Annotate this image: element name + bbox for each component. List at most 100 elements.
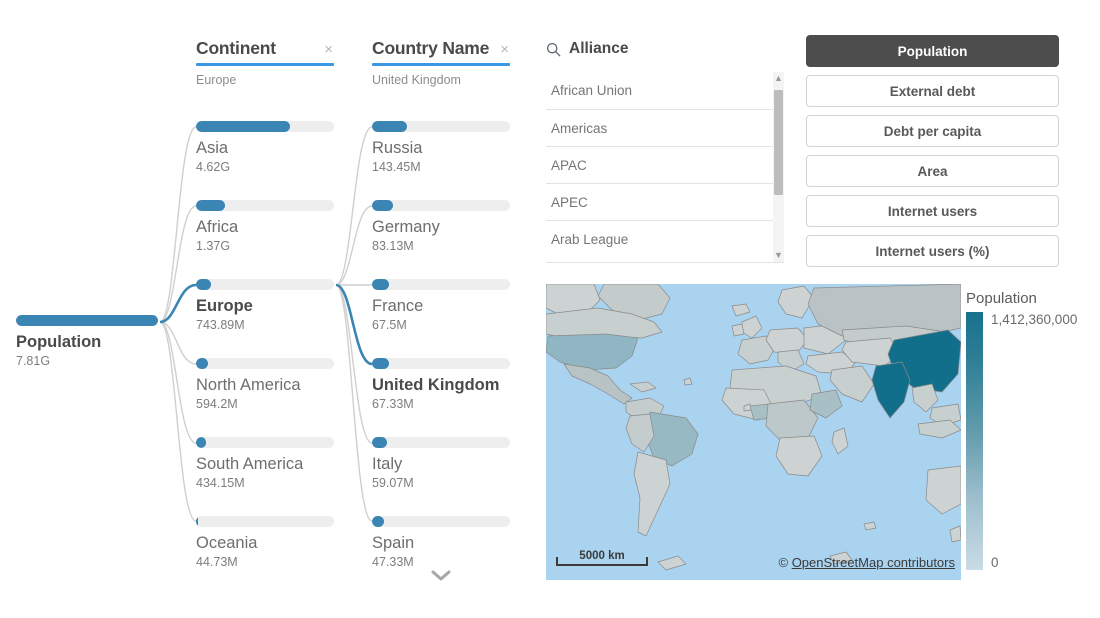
- tree-node-label: Spain: [372, 534, 510, 553]
- tree-node-bar-track: [196, 200, 334, 211]
- tree-node-bar-fill: [196, 200, 225, 211]
- scrollbar[interactable]: ▲ ▼: [773, 72, 784, 262]
- tree-node-continent[interactable]: Africa 1.37G: [196, 200, 334, 254]
- breakdown-tree-panel: Population 7.81G Continent × Europe Coun…: [0, 0, 530, 618]
- alliance-title: Alliance: [569, 40, 628, 58]
- column-title: Country Name: [372, 38, 489, 59]
- map-attribution-prefix: ©: [778, 555, 791, 570]
- tree-node-country[interactable]: Italy 59.07M: [372, 437, 510, 491]
- measure-button-internet-users[interactable]: Internet users: [806, 195, 1059, 227]
- list-item[interactable]: Arab League: [546, 220, 784, 257]
- tree-node-bar-fill: [196, 437, 206, 448]
- column-header-country: Country Name × United Kingdom: [372, 38, 510, 87]
- map-scale-line: [556, 557, 648, 566]
- tree-node-label: Germany: [372, 218, 510, 237]
- tree-node-bar-track: [196, 358, 334, 369]
- tree-node-bar-fill: [196, 121, 290, 132]
- tree-node-continent[interactable]: Oceania 44.73M: [196, 516, 334, 570]
- tree-node-root[interactable]: Population 7.81G: [16, 315, 158, 369]
- tree-node-continent[interactable]: Asia 4.62G: [196, 121, 334, 175]
- tree-node-value: 143.45M: [372, 160, 510, 175]
- tree-node-label: Africa: [196, 218, 334, 237]
- openstreetmap-link[interactable]: OpenStreetMap contributors: [792, 555, 955, 570]
- tree-node-continent[interactable]: South America 434.15M: [196, 437, 334, 491]
- tree-node-bar-fill: [196, 279, 211, 290]
- tree-node-bar-fill: [196, 516, 198, 527]
- tree-node-label: Europe: [196, 297, 334, 316]
- tree-node-bar-track: [372, 200, 510, 211]
- tree-node-bar-fill: [372, 279, 389, 290]
- column-subtitle: United Kingdom: [372, 73, 510, 87]
- column-subtitle: Europe: [196, 73, 334, 87]
- tree-node-bar-track: [372, 279, 510, 290]
- column-underline: [372, 63, 510, 66]
- tree-node-bar-track: [196, 279, 334, 290]
- map-legend: Population 1,412,360,000 0: [966, 290, 1096, 580]
- tree-node-bar-track: [16, 315, 158, 326]
- tree-node-continent[interactable]: North America 594.2M: [196, 358, 334, 412]
- tree-node-country[interactable]: Russia 143.45M: [372, 121, 510, 175]
- tree-node-bar-track: [196, 121, 334, 132]
- tree-node-country[interactable]: France 67.5M: [372, 279, 510, 333]
- tree-node-label: Russia: [372, 139, 510, 158]
- scroll-up-icon[interactable]: ▲: [773, 73, 784, 84]
- tree-node-label: Oceania: [196, 534, 334, 553]
- chevron-down-icon[interactable]: [372, 568, 510, 585]
- tree-node-bar-track: [372, 121, 510, 132]
- map-scale-bar: 5000 km: [556, 553, 648, 566]
- tree-node-value: 67.33M: [372, 397, 510, 412]
- tree-node-bar-track: [372, 358, 510, 369]
- tree-node-value: 434.15M: [196, 476, 334, 491]
- tree-node-label: Italy: [372, 455, 510, 474]
- list-item[interactable]: APAC: [546, 146, 784, 183]
- map-canvas: [546, 284, 961, 580]
- close-icon[interactable]: ×: [323, 42, 334, 57]
- tree-node-value: 1.37G: [196, 239, 334, 254]
- legend-min-value: 0: [991, 555, 999, 570]
- tree-node-value: 4.62G: [196, 160, 334, 175]
- tree-node-bar-fill: [372, 516, 384, 527]
- column-title: Continent: [196, 38, 276, 59]
- column-header-continent: Continent × Europe: [196, 38, 334, 87]
- tree-node-bar-track: [372, 516, 510, 527]
- tree-node-label: North America: [196, 376, 334, 395]
- list-item[interactable]: African Union: [546, 72, 784, 109]
- alliance-list: African Union Americas APAC APEC Arab Le…: [546, 72, 784, 263]
- tree-node-continent-selected[interactable]: Europe 743.89M: [196, 279, 334, 333]
- tree-node-bar-track: [196, 516, 334, 527]
- tree-node-bar-track: [372, 437, 510, 448]
- list-item[interactable]: Americas: [546, 109, 784, 146]
- legend-title: Population: [966, 290, 1096, 308]
- legend-color-gradient: [966, 312, 983, 570]
- close-icon[interactable]: ×: [499, 42, 510, 57]
- choropleth-map[interactable]: 5000 km © OpenStreetMap contributors: [546, 284, 961, 580]
- tree-node-country-selected[interactable]: United Kingdom 67.33M: [372, 358, 510, 412]
- tree-node-value: 83.13M: [372, 239, 510, 254]
- measure-button-debt-per-capita[interactable]: Debt per capita: [806, 115, 1059, 147]
- tree-node-country[interactable]: Germany 83.13M: [372, 200, 510, 254]
- tree-node-bar-track: [196, 437, 334, 448]
- alliance-filter-panel: Alliance African Union Americas APAC APE…: [546, 38, 784, 263]
- measure-button-external-debt[interactable]: External debt: [806, 75, 1059, 107]
- column-underline: [196, 63, 334, 66]
- tree-node-value: 743.89M: [196, 318, 334, 333]
- measure-button-area[interactable]: Area: [806, 155, 1059, 187]
- tree-node-bar-fill: [372, 358, 389, 369]
- tree-node-bar-fill: [16, 315, 158, 326]
- tree-node-label: France: [372, 297, 510, 316]
- tree-node-value: 44.73M: [196, 555, 334, 570]
- scrollbar-thumb[interactable]: [774, 90, 783, 195]
- tree-node-value: 594.2M: [196, 397, 334, 412]
- map-attribution: © OpenStreetMap contributors: [778, 555, 955, 570]
- tree-node-bar-fill: [196, 358, 208, 369]
- tree-node-country[interactable]: Spain 47.33M: [372, 516, 510, 570]
- tree-node-label: United Kingdom: [372, 376, 510, 395]
- tree-node-value: 67.5M: [372, 318, 510, 333]
- measure-button-internet-users-pct[interactable]: Internet users (%): [806, 235, 1059, 267]
- list-item[interactable]: APEC: [546, 183, 784, 220]
- measure-button-population[interactable]: Population: [806, 35, 1059, 67]
- alliance-header[interactable]: Alliance: [546, 38, 784, 60]
- tree-node-bar-fill: [372, 200, 393, 211]
- scroll-down-icon[interactable]: ▼: [773, 250, 784, 261]
- search-icon: [546, 42, 561, 57]
